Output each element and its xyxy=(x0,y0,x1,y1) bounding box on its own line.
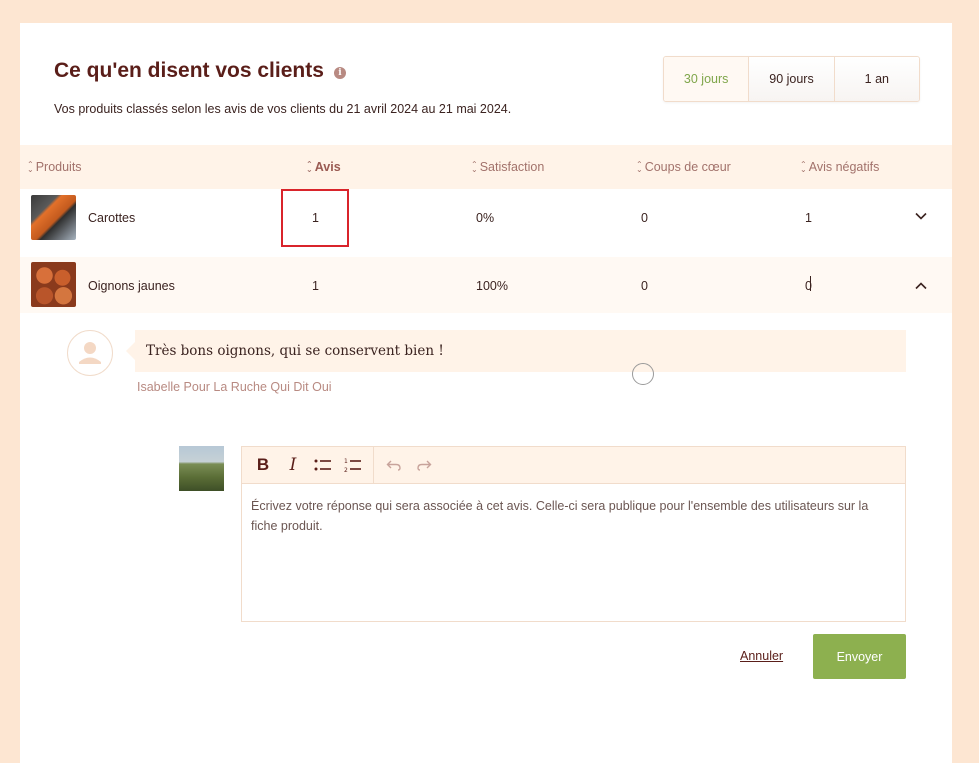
numbered-list-icon: 1 2 xyxy=(344,458,361,473)
numbered-list-button[interactable]: 1 2 xyxy=(338,450,368,480)
column-header-coups-de-coeur[interactable]: ⌃ ⌄ Coups de cœur xyxy=(636,160,731,174)
svg-text:1: 1 xyxy=(344,458,348,465)
editor-toolbar: B I 1 2 xyxy=(242,447,905,484)
column-header-avis[interactable]: ⌃ ⌄ Avis xyxy=(306,160,341,174)
reviews-card: Ce qu'en disent vos clients i Vos produi… xyxy=(20,23,952,763)
coups-de-coeur-value: 0 xyxy=(641,279,648,293)
bold-icon: B xyxy=(256,455,270,474)
review-bubble: Très bons oignons, qui se conservent bie… xyxy=(126,330,906,372)
cancel-link[interactable]: Annuler xyxy=(740,649,783,663)
period-90-days[interactable]: 90 jours xyxy=(748,57,834,101)
bold-button[interactable]: B xyxy=(248,450,278,480)
loading-spinner-icon xyxy=(632,363,654,385)
table-row[interactable]: Carottes 1 0% 0 1 xyxy=(20,189,952,257)
period-1-year[interactable]: 1 an xyxy=(833,57,919,101)
avis-negatifs-value: 1 xyxy=(805,211,812,225)
reply-textarea[interactable]: Écrivez votre réponse qui sera associée … xyxy=(242,484,905,548)
sort-icon: ⌃ ⌄ xyxy=(636,160,643,174)
undo-button[interactable] xyxy=(379,450,409,480)
bullet-list-button[interactable] xyxy=(308,450,338,480)
page-subtitle: Vos produits classés selon les avis de v… xyxy=(54,102,512,116)
chevron-down-icon[interactable] xyxy=(914,209,928,223)
reply-editor: B I 1 2 Écrivez votre réponse qui sera a… xyxy=(241,446,906,622)
review-text: Très bons oignons, qui se conservent bie… xyxy=(146,343,444,359)
review-author: Isabelle Pour La Ruche Qui Dit Oui xyxy=(137,380,332,394)
producer-avatar xyxy=(179,446,224,491)
product-thumbnail xyxy=(31,195,76,240)
redo-button[interactable] xyxy=(409,450,439,480)
period-30-days[interactable]: 30 jours xyxy=(664,57,749,101)
italic-button[interactable]: I xyxy=(278,450,308,480)
undo-icon xyxy=(386,460,401,471)
sort-icon: ⌃ ⌄ xyxy=(27,160,34,174)
table-header: ⌃ ⌄ Produits ⌃ ⌄ Avis ⌃ ⌄ Satisfaction ⌃ ⌄ C… xyxy=(20,145,952,189)
redo-icon xyxy=(417,460,432,471)
italic-icon: I xyxy=(289,455,297,475)
bullet-list-icon xyxy=(314,459,331,471)
toolbar-divider xyxy=(373,447,374,483)
svg-text:2: 2 xyxy=(344,467,348,473)
text-cursor xyxy=(810,276,811,291)
column-header-satisfaction[interactable]: ⌃ ⌄ Satisfaction xyxy=(471,160,544,174)
column-header-avis-negatifs[interactable]: ⌃ ⌄ Avis négatifs xyxy=(800,160,879,174)
sort-icon: ⌃ ⌄ xyxy=(471,160,478,174)
info-icon[interactable]: i xyxy=(333,66,346,79)
coups-de-coeur-value: 0 xyxy=(641,211,648,225)
satisfaction-value: 0% xyxy=(476,211,495,225)
sort-icon: ⌃ ⌄ xyxy=(306,160,313,174)
table-row[interactable]: Oignons jaunes 1 100% 0 0 xyxy=(20,257,952,313)
user-icon xyxy=(79,342,101,364)
product-thumbnail xyxy=(31,262,76,307)
avis-count: 1 xyxy=(312,279,319,293)
highlight-box xyxy=(281,189,349,247)
page-title: Ce qu'en disent vos clients i xyxy=(54,59,346,83)
period-selector: 30 jours 90 jours 1 an xyxy=(663,56,920,102)
chevron-up-icon[interactable] xyxy=(914,279,928,293)
send-button[interactable]: Envoyer xyxy=(813,634,906,679)
column-header-produits[interactable]: ⌃ ⌄ Produits xyxy=(27,160,82,174)
product-name: Oignons jaunes xyxy=(88,279,175,293)
satisfaction-value: 100% xyxy=(476,279,508,293)
product-name: Carottes xyxy=(88,211,136,225)
sort-icon: ⌃ ⌄ xyxy=(800,160,807,174)
customer-avatar xyxy=(67,330,113,376)
page-title-text: Ce qu'en disent vos clients xyxy=(54,59,324,82)
